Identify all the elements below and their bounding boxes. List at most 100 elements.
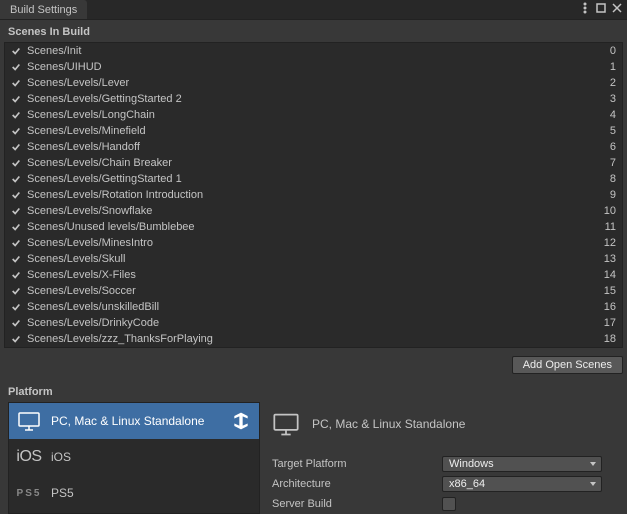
scene-row[interactable]: Scenes/Levels/Rotation Introduction9 (5, 187, 622, 203)
scene-row[interactable]: Scenes/Levels/LongChain4 (5, 107, 622, 123)
checkbox-icon[interactable] (11, 190, 21, 200)
checkbox-icon[interactable] (11, 126, 21, 136)
checkbox-icon[interactable] (11, 206, 21, 216)
scene-row[interactable]: Scenes/Levels/Snowflake10 (5, 203, 622, 219)
checkbox-icon[interactable] (11, 46, 21, 56)
checkbox-icon[interactable] (11, 334, 21, 344)
scene-row[interactable]: Scenes/Levels/Handoff6 (5, 139, 622, 155)
scene-index: 4 (610, 109, 616, 121)
checkbox-icon[interactable] (11, 174, 21, 184)
scene-index: 5 (610, 125, 616, 137)
close-icon[interactable] (611, 2, 623, 17)
details-panel: PC, Mac & Linux Standalone Target Platfo… (272, 402, 619, 514)
architecture-row: Architecture x86_64 (272, 474, 619, 494)
platform-label: PS5 (51, 486, 74, 500)
scene-row[interactable]: Scenes/Levels/zzz_ThanksForPlaying18 (5, 331, 622, 347)
window-tab[interactable]: Build Settings (0, 0, 87, 19)
server-build-checkbox[interactable] (442, 497, 456, 511)
scene-path: Scenes/Levels/Snowflake (27, 205, 604, 217)
scene-row[interactable]: Scenes/Levels/Skull13 (5, 251, 622, 267)
scene-index: 6 (610, 141, 616, 153)
scene-index: 3 (610, 93, 616, 105)
scene-path: Scenes/Unused levels/Bumblebee (27, 221, 605, 233)
scene-row[interactable]: Scenes/Init0 (5, 43, 622, 59)
scene-index: 16 (604, 301, 616, 313)
details-header: PC, Mac & Linux Standalone (272, 402, 619, 454)
scene-path: Scenes/Levels/Chain Breaker (27, 157, 610, 169)
scene-path: Scenes/Levels/Handoff (27, 141, 610, 153)
scene-row[interactable]: Scenes/Levels/Lever2 (5, 75, 622, 91)
checkbox-icon[interactable] (11, 318, 21, 328)
window-title: Build Settings (10, 4, 77, 16)
scenes-button-row: Add Open Scenes (0, 348, 627, 380)
checkbox-icon[interactable] (11, 270, 21, 280)
checkbox-icon[interactable] (11, 110, 21, 120)
scene-index: 12 (604, 237, 616, 249)
scene-path: Scenes/Init (27, 45, 610, 57)
scene-row[interactable]: Scenes/Levels/unskilledBill16 (5, 299, 622, 315)
scene-index: 7 (610, 157, 616, 169)
scenes-list[interactable]: Scenes/Init0Scenes/UIHUD1Scenes/Levels/L… (4, 42, 623, 348)
scene-row[interactable]: Scenes/Levels/Soccer15 (5, 283, 622, 299)
scene-index: 13 (604, 253, 616, 265)
scene-index: 0 (610, 45, 616, 57)
architecture-label: Architecture (272, 478, 442, 490)
scene-row[interactable]: Scenes/Levels/GettingStarted 18 (5, 171, 622, 187)
scene-path: Scenes/Levels/GettingStarted 1 (27, 173, 610, 185)
scene-path: Scenes/Levels/Skull (27, 253, 604, 265)
scene-path: Scenes/Levels/Lever (27, 77, 610, 89)
platform-header: Platform (0, 380, 627, 402)
checkbox-icon[interactable] (11, 254, 21, 264)
server-build-label: Server Build (272, 498, 442, 510)
bottom-panels: PC, Mac & Linux StandaloneiOSiOSPS5PS5 P… (0, 402, 627, 514)
target-platform-value: Windows (449, 458, 494, 470)
server-build-row: Server Build (272, 494, 619, 514)
scene-index: 10 (604, 205, 616, 217)
scene-path: Scenes/Levels/Rotation Introduction (27, 189, 610, 201)
platform-label: PC, Mac & Linux Standalone (51, 414, 204, 428)
target-platform-dropdown[interactable]: Windows (442, 456, 602, 472)
scene-row[interactable]: Scenes/Levels/X-Files14 (5, 267, 622, 283)
scene-row[interactable]: Scenes/Unused levels/Bumblebee11 (5, 219, 622, 235)
checkbox-icon[interactable] (11, 94, 21, 104)
scene-path: Scenes/UIHUD (27, 61, 610, 73)
scene-row[interactable]: Scenes/Levels/DrinkyCode17 (5, 315, 622, 331)
scene-index: 18 (604, 333, 616, 345)
scene-index: 8 (610, 173, 616, 185)
monitor-icon (17, 409, 41, 433)
platform-item-ios[interactable]: iOSiOS (9, 439, 259, 475)
checkbox-icon[interactable] (11, 222, 21, 232)
maximize-icon[interactable] (595, 2, 607, 17)
checkbox-icon[interactable] (11, 78, 21, 88)
scene-path: Scenes/Levels/Soccer (27, 285, 604, 297)
scene-index: 11 (605, 221, 616, 233)
platform-list[interactable]: PC, Mac & Linux Standalone iOSiOS PS5 PS5 (8, 402, 260, 514)
ps5-icon: PS5 (17, 481, 41, 505)
scene-row[interactable]: Scenes/Levels/GettingStarted 23 (5, 91, 622, 107)
checkbox-icon[interactable] (11, 142, 21, 152)
checkbox-icon[interactable] (11, 62, 21, 72)
scene-index: 2 (610, 77, 616, 89)
architecture-dropdown[interactable]: x86_64 (442, 476, 602, 492)
window-controls (575, 0, 627, 19)
checkbox-icon[interactable] (11, 238, 21, 248)
checkbox-icon[interactable] (11, 286, 21, 296)
unity-logo-icon (231, 411, 251, 431)
checkbox-icon[interactable] (11, 302, 21, 312)
scene-index: 9 (610, 189, 616, 201)
scene-row[interactable]: Scenes/Levels/Chain Breaker7 (5, 155, 622, 171)
scene-path: Scenes/Levels/DrinkyCode (27, 317, 604, 329)
details-title: PC, Mac & Linux Standalone (312, 417, 465, 431)
platform-item-monitor[interactable]: PC, Mac & Linux Standalone (9, 403, 259, 439)
platform-item-ps5[interactable]: PS5 PS5 (9, 475, 259, 511)
checkbox-icon[interactable] (11, 158, 21, 168)
scene-path: Scenes/Levels/X-Files (27, 269, 604, 281)
scene-path: Scenes/Levels/GettingStarted 2 (27, 93, 610, 105)
add-open-scenes-button[interactable]: Add Open Scenes (512, 356, 623, 374)
scene-row[interactable]: Scenes/UIHUD1 (5, 59, 622, 75)
scene-index: 14 (604, 269, 616, 281)
scene-row[interactable]: Scenes/Levels/MinesIntro12 (5, 235, 622, 251)
vertical-dots-icon[interactable] (579, 2, 591, 17)
scene-index: 15 (604, 285, 616, 297)
scene-row[interactable]: Scenes/Levels/Minefield5 (5, 123, 622, 139)
